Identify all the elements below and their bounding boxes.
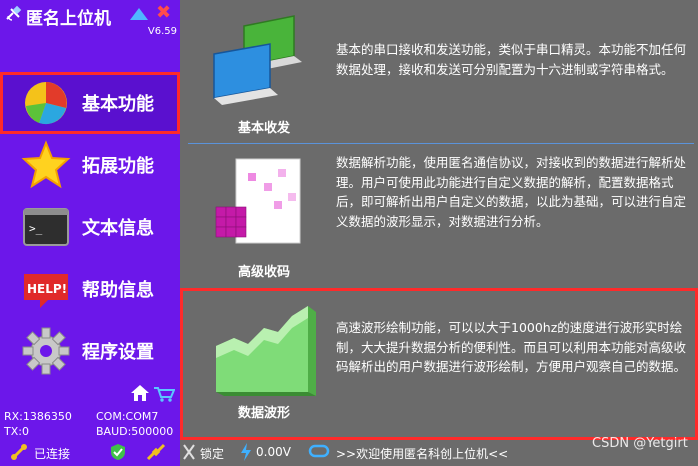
close-button[interactable]: ✖ xyxy=(156,4,171,22)
help-icon: HELP! xyxy=(21,264,71,314)
nav-item-extend[interactable]: 拓展功能 xyxy=(0,134,180,196)
card-title: 高级收码 xyxy=(237,265,290,280)
area-chart-icon xyxy=(208,298,318,398)
nav-label: 帮助信息 xyxy=(82,280,154,301)
app-version: V6.59 xyxy=(147,26,177,37)
voltage-value: 0.00V xyxy=(256,445,291,459)
rx-count: RX:1386350 xyxy=(4,410,72,423)
com-port: COM:COM7 xyxy=(96,410,159,423)
title-bar: 匿名上位机 ✖ V6.59 xyxy=(0,0,180,38)
loop-icon xyxy=(308,444,330,461)
sidebar: 匿名上位机 ✖ V6.59 基本功能 拓展功能 >_ 文本信息 HELP! 帮助… xyxy=(0,0,180,440)
terminal-icon: >_ xyxy=(21,202,71,252)
watermark: CSDN @Yetgirt xyxy=(592,436,688,451)
link-icon xyxy=(10,443,28,464)
nav-label: 拓展功能 xyxy=(82,156,154,177)
feature-card-wave[interactable]: 数据波形 高速波形绘制功能，可以以大于1000hz的速度进行波形实时绘制，大大提… xyxy=(180,288,698,440)
card-description: 基本的串口接收和发送功能，类似于串口精灵。本功能不加任何数据处理，接收和发送可分… xyxy=(336,42,687,77)
nav-item-text[interactable]: >_ 文本信息 xyxy=(0,196,180,258)
card-title: 基本收发 xyxy=(237,121,290,136)
nav-item-basic[interactable]: 基本功能 xyxy=(0,72,180,134)
voltage-icon xyxy=(240,442,252,465)
plug-icon[interactable] xyxy=(146,443,166,464)
help-badge: HELP! xyxy=(27,282,67,296)
lock-scroll-icon[interactable] xyxy=(182,443,196,464)
satellite-icon xyxy=(5,5,23,27)
home-icon[interactable] xyxy=(130,384,150,406)
card-description: 高速波形绘制功能，可以以大于1000hz的速度进行波形实时绘制，大大提升数据分析… xyxy=(336,320,687,374)
baud-rate: BAUD:500000 xyxy=(96,425,174,438)
tx-count: TX:0 xyxy=(4,425,29,438)
lock-label[interactable]: 锁定 xyxy=(200,445,224,462)
gear-icon xyxy=(21,326,71,376)
svg-text:>_: >_ xyxy=(29,222,43,235)
minimize-button[interactable] xyxy=(129,6,149,25)
star-icon xyxy=(21,140,71,190)
nav-item-settings[interactable]: 程序设置 xyxy=(0,320,180,382)
feature-card-decode[interactable]: 高级收码 数据解析功能，使用匿名通信协议，对接收到的数据进行解析处理。用户可使用… xyxy=(180,143,698,285)
app-title: 匿名上位机 xyxy=(26,9,111,29)
card-description: 数据解析功能，使用匿名通信协议，对接收到的数据进行解析处理。用户可使用此功能进行… xyxy=(336,155,687,229)
monitors-icon xyxy=(208,10,318,110)
feature-card-basic[interactable]: 基本收发 基本的串口接收和发送功能，类似于串口精灵。本功能不加任何数据处理，接收… xyxy=(180,0,698,143)
cart-icon[interactable] xyxy=(153,386,176,406)
main-content: 基本收发 基本的串口接收和发送功能，类似于串口精灵。本功能不加任何数据处理，接收… xyxy=(180,0,698,440)
nav-label: 文本信息 xyxy=(82,218,154,239)
data-cubes-icon xyxy=(208,153,318,253)
shield-icon xyxy=(110,443,126,464)
nav-label: 基本功能 xyxy=(82,94,154,115)
welcome-message: >>欢迎使用匿名科创上位机<< xyxy=(336,447,509,461)
nav-item-help[interactable]: HELP! 帮助信息 xyxy=(0,258,180,320)
pie-chart-icon xyxy=(21,78,71,128)
card-title: 数据波形 xyxy=(237,406,290,421)
nav-label: 程序设置 xyxy=(82,342,154,363)
connection-status: 已连接 xyxy=(34,447,71,461)
